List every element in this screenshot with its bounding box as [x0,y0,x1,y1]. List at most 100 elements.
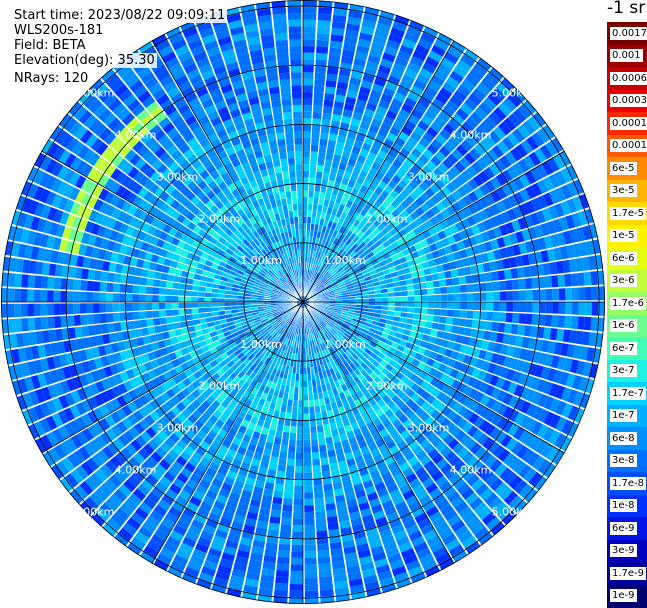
ray-gate [388,292,395,297]
ray-gate [315,498,325,505]
ray-gate [291,420,297,427]
ray-gate [106,303,113,312]
ray-gate [273,490,283,498]
ray-gate [274,590,288,598]
ray-gate [440,309,447,316]
ray-gate [303,223,307,230]
ray-gate [304,400,309,407]
ray-gate [86,292,93,302]
ray-gate [464,328,472,337]
ray-gate [318,432,325,439]
ray-gate [303,66,314,73]
ray-gate [438,272,446,280]
ray-gate [362,299,369,302]
ray-gate [303,158,310,165]
ray-gate [517,325,525,336]
ray-gate [433,316,440,323]
ray-gate [107,272,115,282]
ray-gate [485,272,493,282]
ray-gate [309,407,315,414]
ray-gate [305,584,318,591]
ray-gate [564,316,572,329]
ray-gate [287,459,295,466]
ray-gate [298,394,303,401]
ray-gate [318,7,332,15]
ray-gate [572,302,579,315]
ray-gate [307,374,311,381]
ray-gate [329,133,338,141]
ray-gate [114,322,122,332]
ray-gate [8,319,16,333]
ray-gate [473,311,480,320]
ray-gate [303,184,309,191]
ray-gate [94,270,102,280]
ray-gate [525,314,532,325]
ray-gate [101,271,109,281]
ray-gate [319,145,327,152]
ray-gate [320,139,328,146]
ray-gate [297,427,303,434]
ray-gate [159,303,166,310]
ray-gate [324,490,334,498]
ray-gate [21,274,29,287]
ray-gate [73,303,80,314]
ray-gate [106,283,113,292]
ray-gate [457,268,465,277]
ray-gate [326,510,337,518]
ray-gate [80,292,87,302]
ray-gate [292,545,304,552]
ray-gate [293,518,303,525]
ray-gate [54,316,62,328]
ray-gate [321,464,330,472]
ray-gate [152,303,159,310]
ray-gate [278,544,290,551]
ray-gate [317,20,330,28]
ray-gate [211,303,218,307]
ray-gate [41,276,48,289]
ray-gate [47,277,54,289]
ray-gate [303,197,308,204]
ray-gate [308,204,313,211]
ray-gate [154,272,162,280]
ray-gate [27,289,34,302]
ray-gate [313,112,322,119]
ray-gate [304,440,311,447]
ray-gate [291,558,303,565]
ray-gate [314,92,324,99]
ray-gate [304,486,313,493]
ray-gate [86,303,93,313]
ray-gate [305,545,317,552]
ray-gate [313,465,321,472]
ray-gate [349,299,356,301]
ray-gate [283,425,290,432]
ray-gate [126,303,133,311]
ray-gate [224,298,231,302]
ray-gate [500,302,507,311]
ray-gate [308,387,313,394]
ray-gate [303,361,306,368]
ray-gate [304,512,314,519]
ray-gate [311,138,319,145]
ray-gate [297,420,303,427]
ray-gate [159,295,166,302]
ray-gate [444,271,452,279]
ray-gate [127,275,135,284]
ray-gate [330,463,339,471]
ray-gate [316,40,329,47]
ray-gate [74,315,81,326]
ray-gate [434,302,441,308]
ray-gate [303,368,306,375]
ray-gate [315,412,321,419]
ray-gate [68,267,76,279]
ray-gate [486,312,493,321]
ray-gate [439,279,446,286]
ray-gate [119,294,126,303]
ray-gate [533,290,540,301]
ray-gate [146,287,153,295]
ray-gate [317,425,324,432]
ray-gate [133,285,140,293]
ray-gate [401,307,408,312]
ray-gate [584,272,592,286]
ray-gate [28,318,36,331]
ray-gate [154,326,162,334]
